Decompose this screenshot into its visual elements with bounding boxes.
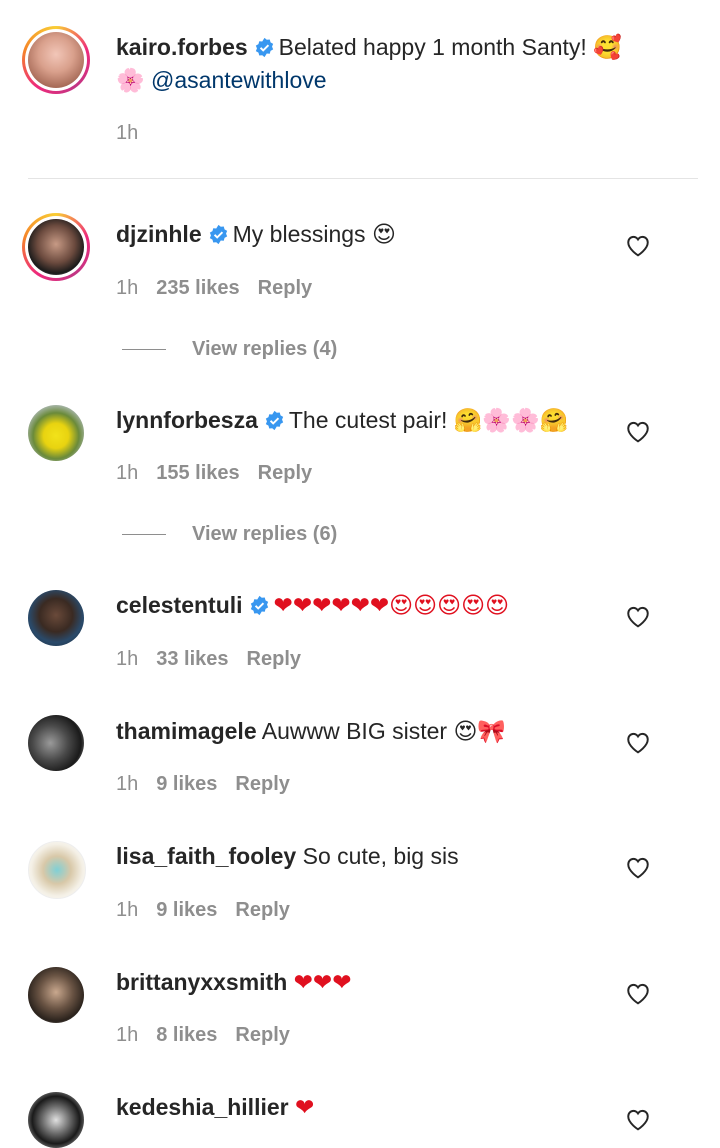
- comment-likes[interactable]: 155 likes: [156, 462, 239, 484]
- comment-text: brittanyxxsmith ❤❤❤: [116, 966, 610, 999]
- comment-text: lynnforbesza The cutest pair! 🤗🌸🌸🤗: [116, 404, 610, 437]
- comment-avatar[interactable]: [28, 715, 84, 771]
- caption-text: kairo.forbes Belated happy 1 month Santy!…: [116, 31, 660, 97]
- comment-username[interactable]: lisa_faith_fooley: [116, 843, 296, 869]
- comment-likes[interactable]: 8 likes: [156, 1024, 217, 1046]
- comment-text: kedeshia_hillier ❤: [116, 1091, 610, 1124]
- verified-badge-icon: [250, 595, 268, 616]
- comment-avatar[interactable]: [28, 590, 84, 646]
- reply-button[interactable]: Reply: [258, 462, 312, 484]
- comment-username[interactable]: kedeshia_hillier: [116, 1094, 289, 1120]
- view-replies-button[interactable]: View replies (4): [122, 338, 337, 361]
- comment-username[interactable]: thamimagele: [116, 718, 257, 744]
- heart-outline-icon[interactable]: [625, 730, 651, 754]
- comment-body: ❤❤❤: [293, 969, 352, 995]
- comment-username[interactable]: brittanyxxsmith: [116, 969, 287, 995]
- heart-outline-icon[interactable]: [625, 855, 651, 879]
- heart-outline-icon[interactable]: [625, 604, 651, 628]
- caption-mention[interactable]: @asantewithlove: [151, 67, 327, 93]
- comment-time: 1h: [116, 899, 139, 921]
- comment-username[interactable]: lynnforbesza: [116, 407, 258, 433]
- heart-outline-icon[interactable]: [625, 981, 651, 1005]
- comment-body: ❤❤❤❤❤❤😍😍😍😍😍: [273, 592, 510, 618]
- verified-badge-icon: [265, 410, 284, 431]
- comment-body: The cutest pair! 🤗🌸🌸🤗: [288, 407, 569, 433]
- comment-time: 1h: [116, 277, 139, 299]
- comment-time: 1h: [116, 773, 139, 795]
- avatar-image: [28, 219, 84, 275]
- reply-button[interactable]: Reply: [235, 1024, 289, 1046]
- comment-username[interactable]: celestentuli: [116, 592, 243, 618]
- comment-meta: 1h 33 likes Reply: [116, 647, 319, 671]
- comment-likes[interactable]: 9 likes: [156, 773, 217, 795]
- comment-text: djzinhle My blessings 😍: [116, 218, 610, 251]
- verified-badge-icon: [255, 37, 273, 58]
- reply-button[interactable]: Reply: [258, 277, 312, 299]
- comment-text: lisa_faith_fooley So cute, big sis: [116, 840, 640, 873]
- flower-emoji: 🌸: [116, 67, 145, 93]
- caption-avatar[interactable]: [22, 26, 90, 94]
- verified-badge-icon: [209, 224, 227, 245]
- comment-body: ❤: [294, 1094, 315, 1120]
- heart-outline-icon[interactable]: [625, 419, 651, 443]
- caption-meta: 1h: [116, 121, 156, 145]
- comment-avatar[interactable]: [28, 967, 84, 1023]
- comment-meta: 1h 235 likes Reply: [116, 276, 330, 300]
- comment-likes[interactable]: 33 likes: [156, 648, 228, 670]
- comment-body: So cute, big sis: [302, 843, 459, 869]
- comment-likes[interactable]: 235 likes: [156, 277, 239, 299]
- comment-avatar[interactable]: [28, 1092, 84, 1148]
- comment-username[interactable]: djzinhle: [116, 221, 202, 247]
- comment-time: 1h: [116, 462, 139, 484]
- replies-line: [122, 534, 166, 535]
- caption-username[interactable]: kairo.forbes: [116, 34, 248, 60]
- view-replies-label: View replies (4): [192, 338, 338, 360]
- comment-avatar[interactable]: [28, 841, 86, 899]
- comment-text: thamimagele Auwww BIG sister 😍🎀: [116, 715, 610, 748]
- comment-time: 1h: [116, 648, 139, 670]
- comment-likes[interactable]: 9 likes: [156, 899, 217, 921]
- view-replies-button[interactable]: View replies (6): [122, 523, 337, 546]
- comment-body: Auwww BIG sister 😍🎀: [261, 718, 507, 744]
- comment-time: 1h: [116, 1024, 139, 1046]
- comment-body: My blessings 😍: [232, 221, 396, 247]
- comment-avatar[interactable]: [28, 405, 84, 461]
- avatar-image: [28, 32, 84, 88]
- comment-meta: 1h 9 likes Reply: [116, 772, 308, 796]
- caption-body: Belated happy 1 month Santy! 🥰: [278, 34, 622, 60]
- comment-meta: 1h 9 likes Reply: [116, 898, 308, 922]
- reply-button[interactable]: Reply: [247, 648, 301, 670]
- reply-button[interactable]: Reply: [235, 899, 289, 921]
- reply-button[interactable]: Reply: [235, 773, 289, 795]
- heart-outline-icon[interactable]: [625, 233, 651, 257]
- view-replies-label: View replies (6): [192, 523, 338, 545]
- post-caption: kairo.forbes Belated happy 1 month Santy!…: [0, 0, 720, 180]
- comment-meta: 1h 8 likes Reply: [116, 1023, 308, 1047]
- heart-outline-icon[interactable]: [625, 1107, 651, 1131]
- comment-text: celestentuli ❤❤❤❤❤❤😍😍😍😍😍: [116, 589, 610, 622]
- replies-line: [122, 349, 166, 350]
- caption-divider: [28, 178, 698, 179]
- caption-time: 1h: [116, 122, 139, 144]
- comment-meta: 1h 155 likes Reply: [116, 461, 330, 485]
- comment-avatar[interactable]: [22, 213, 90, 281]
